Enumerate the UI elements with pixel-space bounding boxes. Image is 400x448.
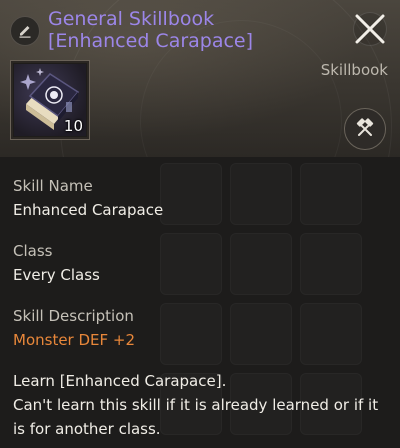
learn-text: Learn [Enhanced Carapace].: [13, 372, 227, 390]
skill-description-label: Skill Description: [13, 307, 134, 325]
background-slot: [160, 163, 222, 225]
disassemble-button[interactable]: [344, 108, 386, 150]
restriction-text: Can't learn this skill if it is already …: [13, 396, 379, 438]
skill-description-value: Monster DEF +2: [13, 331, 136, 349]
tooltip-header: General Skillbook [Enhanced Carapace] Sk…: [0, 0, 400, 157]
background-slot: [230, 163, 292, 225]
item-count: 10: [63, 117, 83, 135]
skill-name-label: Skill Name: [13, 177, 93, 195]
class-label: Class: [13, 242, 53, 260]
close-button[interactable]: [349, 8, 391, 50]
background-slot: [160, 303, 222, 365]
item-category: Skillbook: [320, 61, 388, 79]
item-icon-slot: 10: [10, 60, 90, 140]
close-icon: [355, 14, 385, 44]
background-slot: [160, 233, 222, 295]
crossed-hammers-icon: [356, 118, 374, 136]
class-value: Every Class: [13, 266, 100, 284]
background-slot: [300, 163, 362, 225]
background-slot: [300, 233, 362, 295]
item-title: General Skillbook [Enhanced Carapace]: [48, 8, 254, 52]
pencil-icon: [19, 26, 31, 38]
background-slot: [300, 303, 362, 365]
edit-button[interactable]: [10, 16, 40, 46]
background-slot: [230, 303, 292, 365]
background-slot: [230, 233, 292, 295]
tooltip-body: Skill Name Enhanced Carapace Class Every…: [0, 157, 400, 448]
skill-name-value: Enhanced Carapace: [13, 201, 164, 219]
